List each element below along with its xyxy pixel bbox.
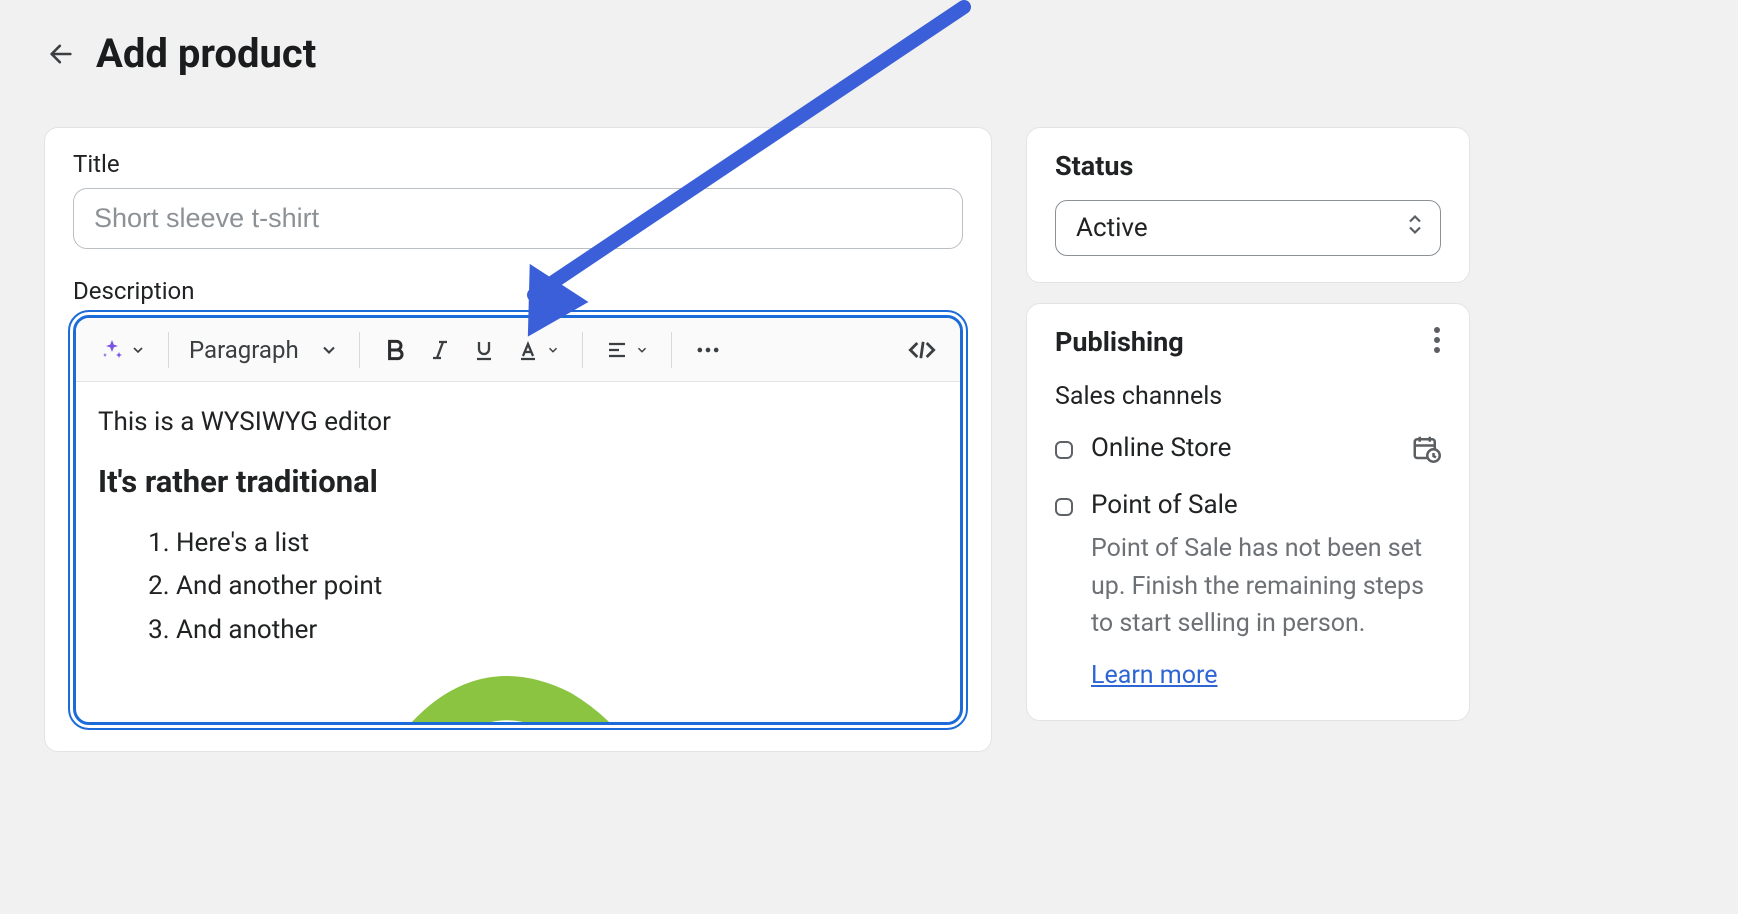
chevron-down-icon (130, 342, 146, 358)
bold-icon (382, 337, 408, 363)
toolbar-separator (582, 332, 583, 368)
status-label: Status (1055, 150, 1441, 182)
sparkle-icon (100, 338, 124, 362)
list-item: And another (176, 612, 938, 650)
description-editor: Paragraph (73, 315, 963, 725)
toolbar-separator (671, 332, 672, 368)
editor-content[interactable]: This is a WYSIWYG editor It's rather tra… (76, 382, 960, 722)
html-view-button[interactable] (898, 330, 946, 370)
more-button[interactable] (684, 330, 732, 370)
more-vertical-icon (1433, 326, 1441, 354)
channel-name: Online Store (1091, 433, 1231, 463)
italic-icon (428, 338, 452, 362)
status-select[interactable]: Active (1055, 200, 1441, 256)
publishing-label: Publishing (1055, 326, 1184, 358)
bold-button[interactable] (372, 331, 418, 369)
learn-more-link[interactable]: Learn more (1091, 661, 1217, 690)
title-label: Title (73, 150, 963, 178)
publishing-menu-button[interactable] (1433, 326, 1441, 358)
page-header: Add product (44, 30, 1694, 77)
block-type-label: Paragraph (189, 336, 299, 364)
text-color-button[interactable] (506, 332, 570, 368)
calendar-clock-icon (1411, 433, 1441, 463)
ai-assist-button[interactable] (90, 332, 156, 368)
chevron-down-icon (319, 340, 339, 360)
status-card: Status Active (1026, 127, 1470, 283)
description-label: Description (73, 277, 963, 305)
more-horizontal-icon (694, 336, 722, 364)
editor-list: Here's a list And another point And anot… (98, 525, 938, 650)
toolbar-separator (359, 332, 360, 368)
code-icon (908, 336, 936, 364)
list-item: And another point (176, 568, 938, 606)
editor-toolbar: Paragraph (76, 318, 960, 382)
underline-icon (472, 338, 496, 362)
toolbar-separator (168, 332, 169, 368)
editor-heading: It's rather traditional (98, 460, 938, 505)
channel-status-icon (1055, 498, 1073, 516)
align-left-icon (605, 338, 629, 362)
underline-button[interactable] (462, 332, 506, 368)
editor-image (360, 642, 640, 722)
chevron-down-icon (546, 343, 560, 357)
italic-button[interactable] (418, 332, 462, 368)
arrow-left-icon (47, 40, 75, 68)
align-button[interactable] (595, 332, 659, 368)
product-main-card: Title Description Paragraph (44, 127, 992, 752)
sales-channels-label: Sales channels (1055, 382, 1441, 411)
list-item: Here's a list (176, 525, 938, 563)
schedule-button[interactable] (1411, 433, 1441, 470)
page-title: Add product (96, 30, 316, 77)
block-type-select[interactable]: Paragraph (181, 336, 347, 364)
channel-online-store: Online Store (1055, 433, 1441, 470)
back-button[interactable] (44, 37, 78, 71)
channel-status-icon (1055, 441, 1073, 459)
status-value: Active (1076, 213, 1148, 243)
text-color-icon (516, 338, 540, 362)
editor-paragraph: This is a WYSIWYG editor (98, 404, 938, 442)
channel-note: Point of Sale has not been set up. Finis… (1091, 530, 1441, 643)
publishing-card: Publishing Sales channels Online Store P… (1026, 303, 1470, 721)
chevron-down-icon (635, 343, 649, 357)
title-input[interactable] (73, 188, 963, 249)
channel-name: Point of Sale (1091, 490, 1238, 520)
channel-point-of-sale: Point of Sale Point of Sale has not been… (1055, 490, 1441, 690)
select-arrows-icon (1406, 213, 1424, 244)
